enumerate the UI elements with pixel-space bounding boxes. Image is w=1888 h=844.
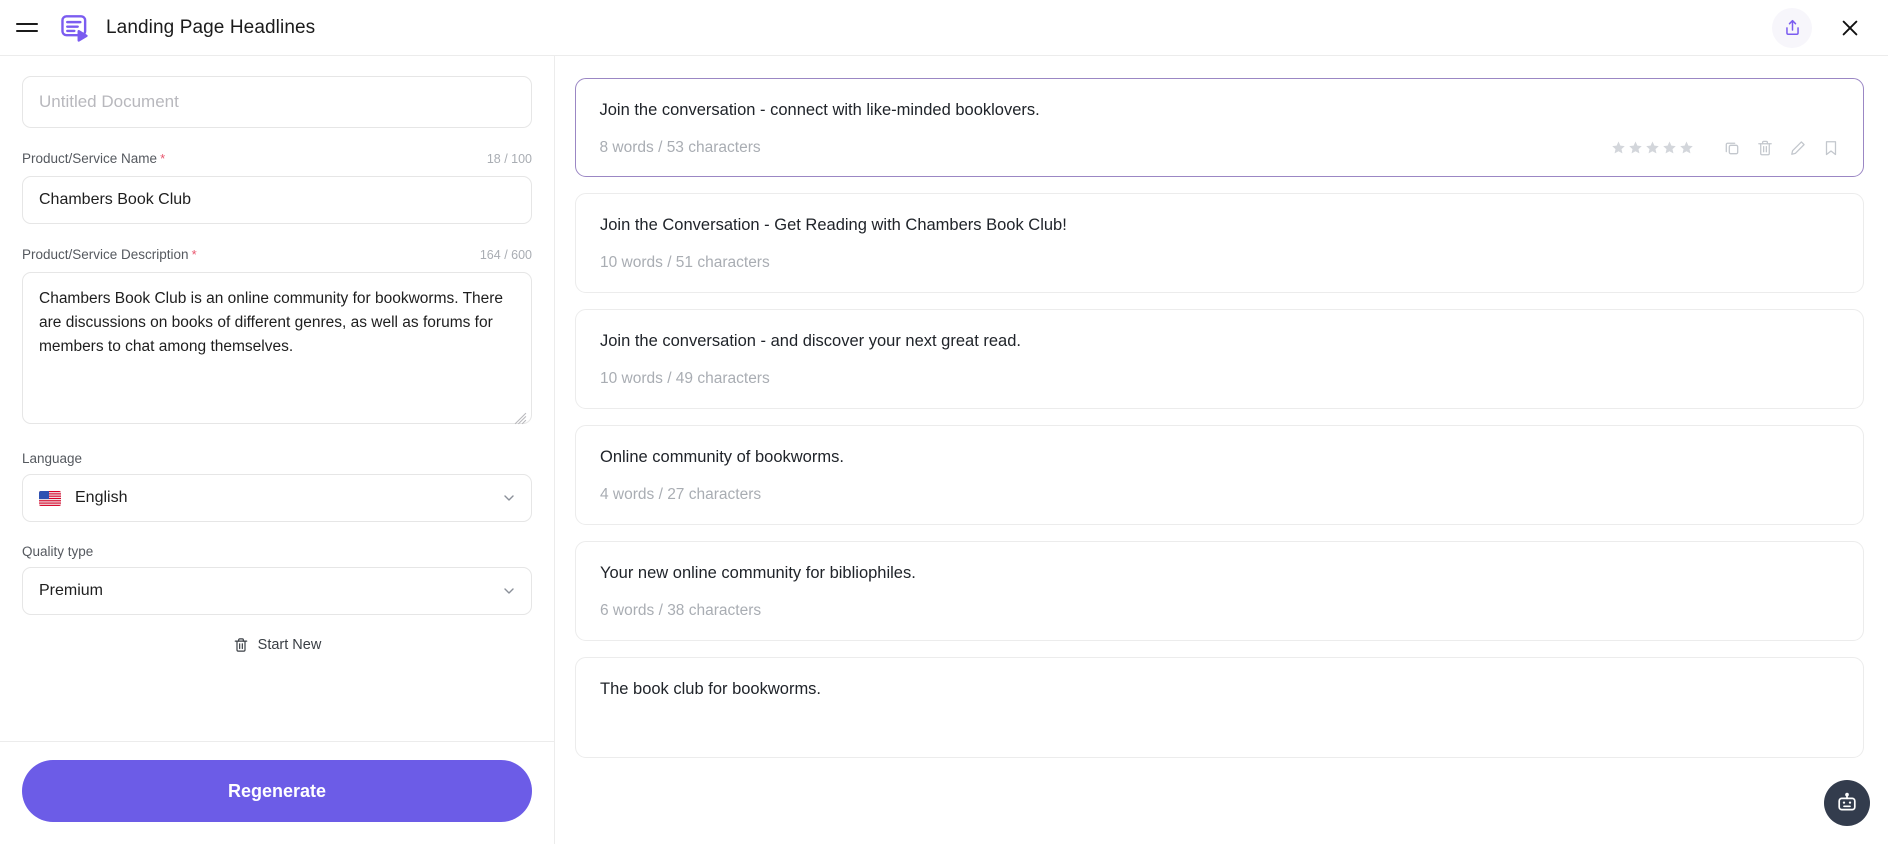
- document-title-input[interactable]: [22, 76, 532, 128]
- quality-type-select-value: Premium: [39, 582, 104, 599]
- result-word-char-count: 10 words / 49 characters: [600, 370, 770, 388]
- result-card-footer: 10 words / 49 characters: [600, 368, 1839, 390]
- result-card-footer: 6 words / 38 characters: [600, 600, 1839, 622]
- product-description-field: Product/Service Description * 164 / 600 C…: [22, 246, 532, 429]
- quality-type-label: Quality type: [22, 544, 94, 559]
- product-description-textarea-wrap: Chambers Book Club is an online communit…: [22, 272, 532, 429]
- hamburger-menu-icon[interactable]: [16, 15, 42, 41]
- language-select-value: English: [75, 489, 128, 506]
- result-headline-text: Online community of bookworms.: [600, 448, 844, 467]
- product-name-counter: 18 / 100: [486, 152, 532, 166]
- product-description-label: Product/Service Description: [22, 247, 189, 262]
- form-footer: Regenerate: [0, 741, 554, 844]
- landing-page-headlines-logo-icon: [58, 11, 92, 45]
- result-card[interactable]: Join the conversation - connect with lik…: [575, 78, 1864, 178]
- chevron-down-icon: [504, 588, 514, 594]
- product-name-required-marker: *: [160, 151, 166, 166]
- product-description-textarea[interactable]: Chambers Book Club is an online communit…: [22, 272, 532, 424]
- result-headline-text: Your new online community for bibliophil…: [600, 564, 916, 583]
- product-description-required-marker: *: [191, 247, 197, 262]
- regenerate-button[interactable]: Regenerate: [22, 760, 532, 822]
- result-word-char-count: 10 words / 51 characters: [600, 254, 770, 272]
- result-headline-text: The book club for bookworms.: [600, 680, 822, 699]
- share-button[interactable]: [1772, 7, 1812, 48]
- chat-assistant-button[interactable]: [1824, 780, 1870, 826]
- star-icon[interactable]: [1611, 140, 1626, 155]
- result-headline-text: Join the conversation - connect with lik…: [599, 100, 1040, 119]
- result-card-footer: 8 words / 53 characters: [600, 137, 1840, 159]
- result-card[interactable]: The book club for bookworms.: [575, 657, 1864, 758]
- result-headline-text: Join the Conversation - Get Reading with…: [600, 216, 1067, 235]
- product-name-label: Product/Service Name: [22, 151, 158, 166]
- product-name-field: Product/Service Name * 18 / 100: [22, 150, 532, 224]
- app-root: Landing Page Headlines Produ: [0, 0, 1888, 844]
- app-body: Product/Service Name* 18 / 100 Product/S…: [0, 56, 1888, 844]
- product-name-field-head: Product/Service Name * 18 / 100: [22, 150, 532, 168]
- quality-type-field: Quality type Premium: [22, 544, 532, 615]
- result-headline-text: Join the conversation - and discover you…: [600, 332, 1021, 351]
- result-card[interactable]: Your new online community for bibliophil…: [575, 541, 1864, 642]
- language-field-head: Language: [22, 451, 532, 466]
- result-rating-stars[interactable]: [1611, 140, 1694, 155]
- result-word-char-count: 6 words / 38 characters: [600, 602, 762, 620]
- share-icon: [1785, 19, 1799, 36]
- star-icon[interactable]: [1628, 140, 1643, 155]
- result-card-actions: [1611, 139, 1840, 157]
- start-new-button[interactable]: Start New: [233, 637, 322, 653]
- trash-icon: [234, 638, 247, 652]
- result-card-footer: 10 words / 51 characters: [600, 252, 1839, 274]
- star-icon[interactable]: [1662, 140, 1677, 155]
- us-flag-icon: [39, 490, 61, 506]
- product-description-label-wrap: Product/Service Description *: [22, 246, 197, 264]
- trash-icon[interactable]: [1756, 139, 1774, 157]
- chevron-down-icon: [504, 495, 514, 501]
- product-name-input[interactable]: [22, 176, 532, 224]
- star-icon[interactable]: [1679, 140, 1694, 155]
- bookmark-icon[interactable]: [1822, 139, 1840, 157]
- star-icon[interactable]: [1645, 140, 1660, 155]
- start-new-row: Start New: [22, 615, 532, 673]
- result-card-footer: [600, 717, 1839, 739]
- product-description-counter: 164 / 600: [479, 248, 532, 262]
- quality-type-field-head: Quality type: [22, 544, 532, 559]
- app-header: Landing Page Headlines: [0, 0, 1888, 56]
- input-form-panel: Product/Service Name* 18 / 100 Product/S…: [0, 56, 555, 844]
- language-field: Language English: [22, 451, 532, 522]
- page-title: Landing Page Headlines: [106, 16, 316, 38]
- result-word-char-count: 4 words / 27 characters: [600, 486, 762, 504]
- language-label: Language: [22, 451, 83, 466]
- copy-icon[interactable]: [1723, 139, 1741, 157]
- robot-chat-icon: [1838, 792, 1856, 811]
- product-name-label-wrap: Product/Service Name *: [22, 150, 165, 168]
- close-button[interactable]: [1834, 12, 1866, 44]
- result-card[interactable]: Online community of bookworms. 4 words /…: [575, 425, 1864, 526]
- result-card-footer: 4 words / 27 characters: [600, 484, 1839, 506]
- close-icon: [1842, 20, 1858, 35]
- result-word-char-count: 8 words / 53 characters: [599, 138, 761, 156]
- product-description-field-head: Product/Service Description * 164 / 600: [22, 246, 532, 264]
- pencil-icon[interactable]: [1789, 139, 1807, 157]
- quality-type-select[interactable]: Premium: [22, 567, 532, 615]
- language-select[interactable]: English: [22, 474, 532, 522]
- results-list: Join the conversation - connect with lik…: [575, 78, 1864, 758]
- results-panel: Join the conversation - connect with lik…: [555, 56, 1888, 844]
- result-card[interactable]: Join the Conversation - Get Reading with…: [575, 193, 1864, 294]
- result-card[interactable]: Join the conversation - and discover you…: [575, 309, 1864, 410]
- start-new-label: Start New: [257, 637, 322, 653]
- form-scroll-area: Product/Service Name* 18 / 100 Product/S…: [0, 56, 554, 741]
